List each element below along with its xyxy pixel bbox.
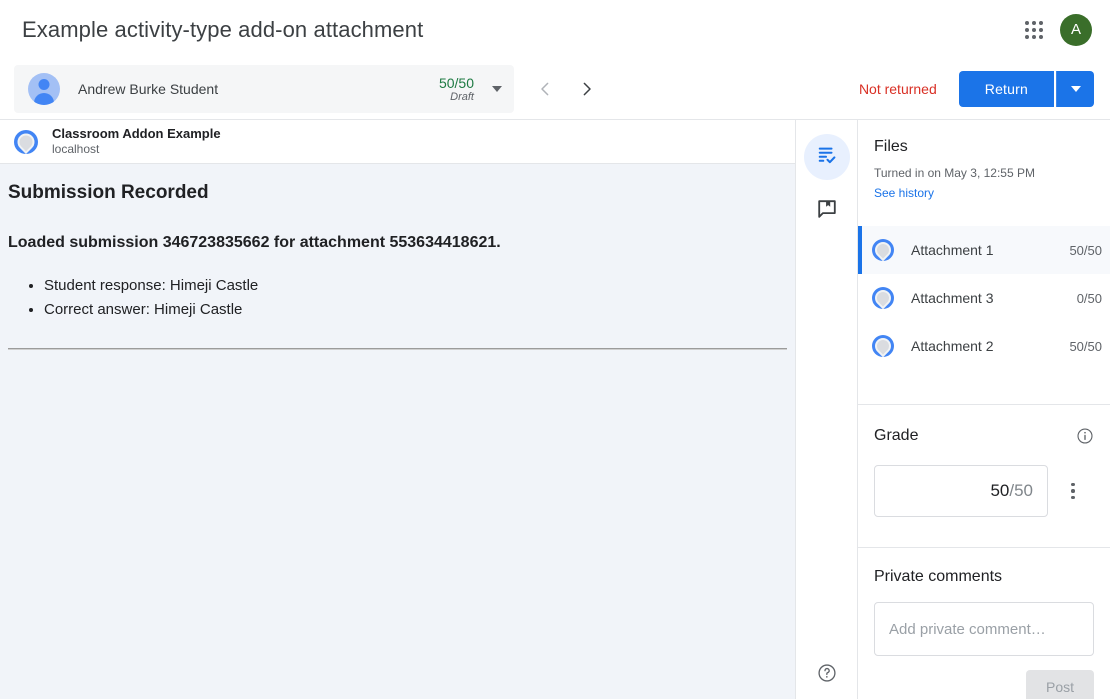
file-name: Attachment 1 [911, 242, 994, 258]
chevron-left-icon[interactable] [532, 76, 558, 102]
grade-title: Grade [874, 427, 918, 445]
file-row[interactable]: Attachment 1 50/50 [858, 226, 1110, 274]
post-button[interactable]: Post [1026, 670, 1094, 699]
apps-grid-icon[interactable] [1022, 18, 1046, 42]
top-bar-actions: A [1022, 14, 1092, 46]
grade-denominator: /50 [1009, 481, 1033, 501]
addon-meta: Classroom Addon Example localhost [52, 126, 221, 157]
attachment-icon [872, 287, 894, 309]
post-row: Post [874, 670, 1094, 699]
main-body: Classroom Addon Example localhost Submis… [0, 120, 1110, 699]
file-name: Attachment 2 [911, 338, 994, 354]
private-comments-section: Private comments Add private comment… Po… [858, 548, 1110, 699]
grade-section: Grade 50/50 [858, 405, 1110, 529]
chevron-down-icon[interactable] [492, 86, 502, 92]
file-score: 50/50 [1061, 339, 1102, 354]
addon-logo-icon [14, 130, 38, 154]
grade-input[interactable]: 50/50 [874, 465, 1048, 517]
help-circle-icon [817, 663, 837, 688]
student-name: Andrew Burke Student [78, 81, 218, 97]
submission-description: Loaded submission 346723835662 for attac… [8, 234, 787, 252]
student-avatar-icon [28, 73, 60, 105]
addon-iframe-header: Classroom Addon Example localhost [0, 120, 795, 164]
help-button[interactable] [811, 659, 843, 691]
student-grade-summary: 50/50 Draft [439, 75, 478, 104]
comment-bank-icon [816, 198, 838, 225]
file-row[interactable]: Attachment 3 0/50 [858, 274, 1110, 322]
student-toolbar: Andrew Burke Student 50/50 Draft Not ret… [0, 59, 1110, 120]
submission-details-list: Student response: Himeji Castle Correct … [44, 274, 787, 322]
file-name: Attachment 3 [911, 290, 994, 306]
file-score: 50/50 [1061, 243, 1102, 258]
files-section: Files Turned in on May 3, 12:55 PM See h… [858, 120, 1110, 214]
addon-title: Classroom Addon Example [52, 126, 221, 142]
student-grade-state: Draft [439, 91, 474, 104]
top-app-bar: Example activity-type add-on attachment … [0, 0, 1110, 59]
grade-row: 50/50 [874, 465, 1094, 517]
private-comments-title: Private comments [874, 568, 1094, 586]
tool-rail [795, 120, 858, 699]
list-item: Correct answer: Himeji Castle [44, 298, 787, 322]
submission-heading: Submission Recorded [8, 182, 787, 204]
addon-host: localhost [52, 142, 221, 157]
avatar[interactable]: A [1060, 14, 1092, 46]
see-history-link[interactable]: See history [874, 186, 934, 200]
grading-tool-button[interactable] [804, 134, 850, 180]
return-button-group: Return [959, 71, 1094, 107]
page-title: Example activity-type add-on attachment [22, 17, 423, 43]
info-circle-icon[interactable] [1076, 427, 1094, 445]
private-comment-placeholder: Add private comment… [889, 621, 1046, 638]
return-button[interactable]: Return [959, 71, 1054, 107]
addon-iframe-content: Submission Recorded Loaded submission 34… [0, 164, 795, 699]
grade-header: Grade [874, 427, 1094, 445]
chevron-down-icon [1071, 86, 1081, 92]
private-comment-input[interactable]: Add private comment… [874, 602, 1094, 656]
file-row[interactable]: Attachment 2 50/50 [858, 322, 1110, 370]
turned-in-timestamp: Turned in on May 3, 12:55 PM [874, 166, 1094, 180]
assignment-grading-icon [816, 144, 838, 171]
student-score: 50/50 [439, 75, 474, 91]
list-item: Student response: Himeji Castle [44, 274, 787, 298]
attachment-icon [872, 239, 894, 261]
status-badge: Not returned [859, 81, 937, 97]
attachment-icon [872, 335, 894, 357]
student-navigation [532, 76, 600, 102]
more-vert-icon[interactable] [1058, 483, 1088, 500]
grade-value: 50 [990, 481, 1009, 501]
chevron-right-icon[interactable] [574, 76, 600, 102]
content-divider [8, 348, 787, 350]
files-list: Attachment 1 50/50 Attachment 3 0/50 Att… [858, 226, 1110, 370]
student-selector[interactable]: Andrew Burke Student 50/50 Draft [14, 65, 514, 113]
comment-bank-button[interactable] [804, 188, 850, 234]
file-score: 0/50 [1069, 291, 1102, 306]
grading-side-panel: Files Turned in on May 3, 12:55 PM See h… [858, 120, 1110, 699]
grading-tool-window: Example activity-type add-on attachment … [0, 0, 1110, 699]
files-title: Files [874, 138, 1094, 156]
addon-iframe-column: Classroom Addon Example localhost Submis… [0, 120, 795, 699]
return-options-button[interactable] [1056, 71, 1094, 107]
